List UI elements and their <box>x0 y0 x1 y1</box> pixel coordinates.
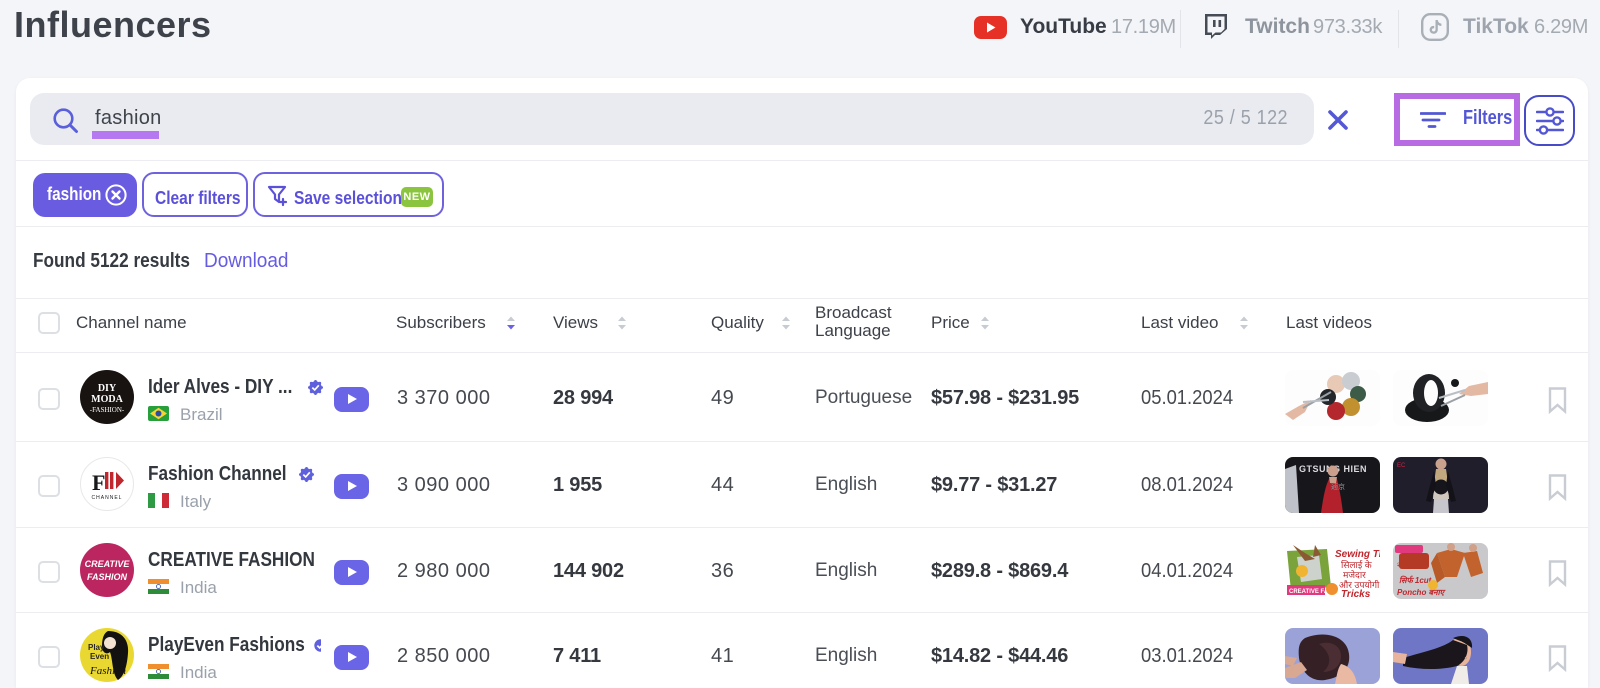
svg-text:EC: EC <box>1397 463 1406 469</box>
svg-text:FASHION: FASHION <box>87 572 128 582</box>
svg-text:CREATIVE: CREATIVE <box>85 559 131 569</box>
svg-text:遖京: 遖京 <box>1331 482 1345 491</box>
svg-text:Tricks: Tricks <box>1341 589 1371 599</box>
svg-text:-FASHION-: -FASHION- <box>90 406 125 414</box>
svg-text:शर्तзайм: शर्तзайм <box>1397 560 1422 569</box>
svg-text:DIY: DIY <box>98 383 117 394</box>
svg-text:मजेदार: मजेदार <box>1343 569 1366 580</box>
svg-text:Even: Even <box>90 652 109 661</box>
svg-text:सिलाई के: सिलाई के <box>1341 559 1373 570</box>
svg-text:CHANNEL: CHANNEL <box>92 495 123 501</box>
svg-text:सिर्फ 1cut: सिर्फ 1cut <box>1399 575 1432 585</box>
svg-text:Sewing Tricks: Sewing Tricks <box>1335 549 1380 560</box>
svg-text:Play: Play <box>88 643 105 652</box>
svg-text:F: F <box>92 470 105 495</box>
svg-text:MODA: MODA <box>91 394 123 405</box>
svg-text:Fashion: Fashion <box>89 665 127 677</box>
svg-text:Poncho बनाए: Poncho बनाए <box>1397 588 1447 597</box>
